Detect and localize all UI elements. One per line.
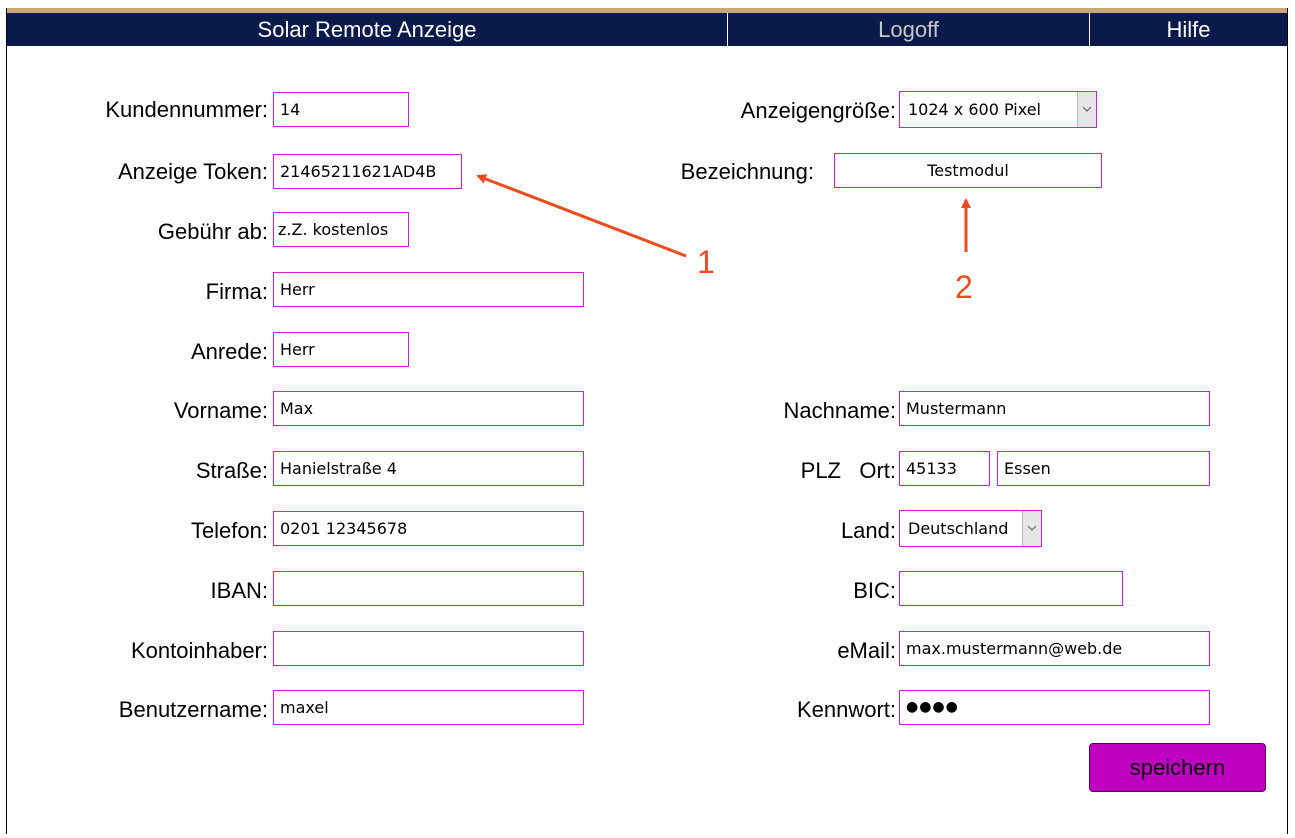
annotation-arrow-1 bbox=[476, 174, 687, 258]
annotation-label-2: 2 bbox=[955, 269, 973, 305]
annotation-arrows bbox=[476, 174, 971, 258]
annotation-label-1: 1 bbox=[697, 244, 715, 280]
